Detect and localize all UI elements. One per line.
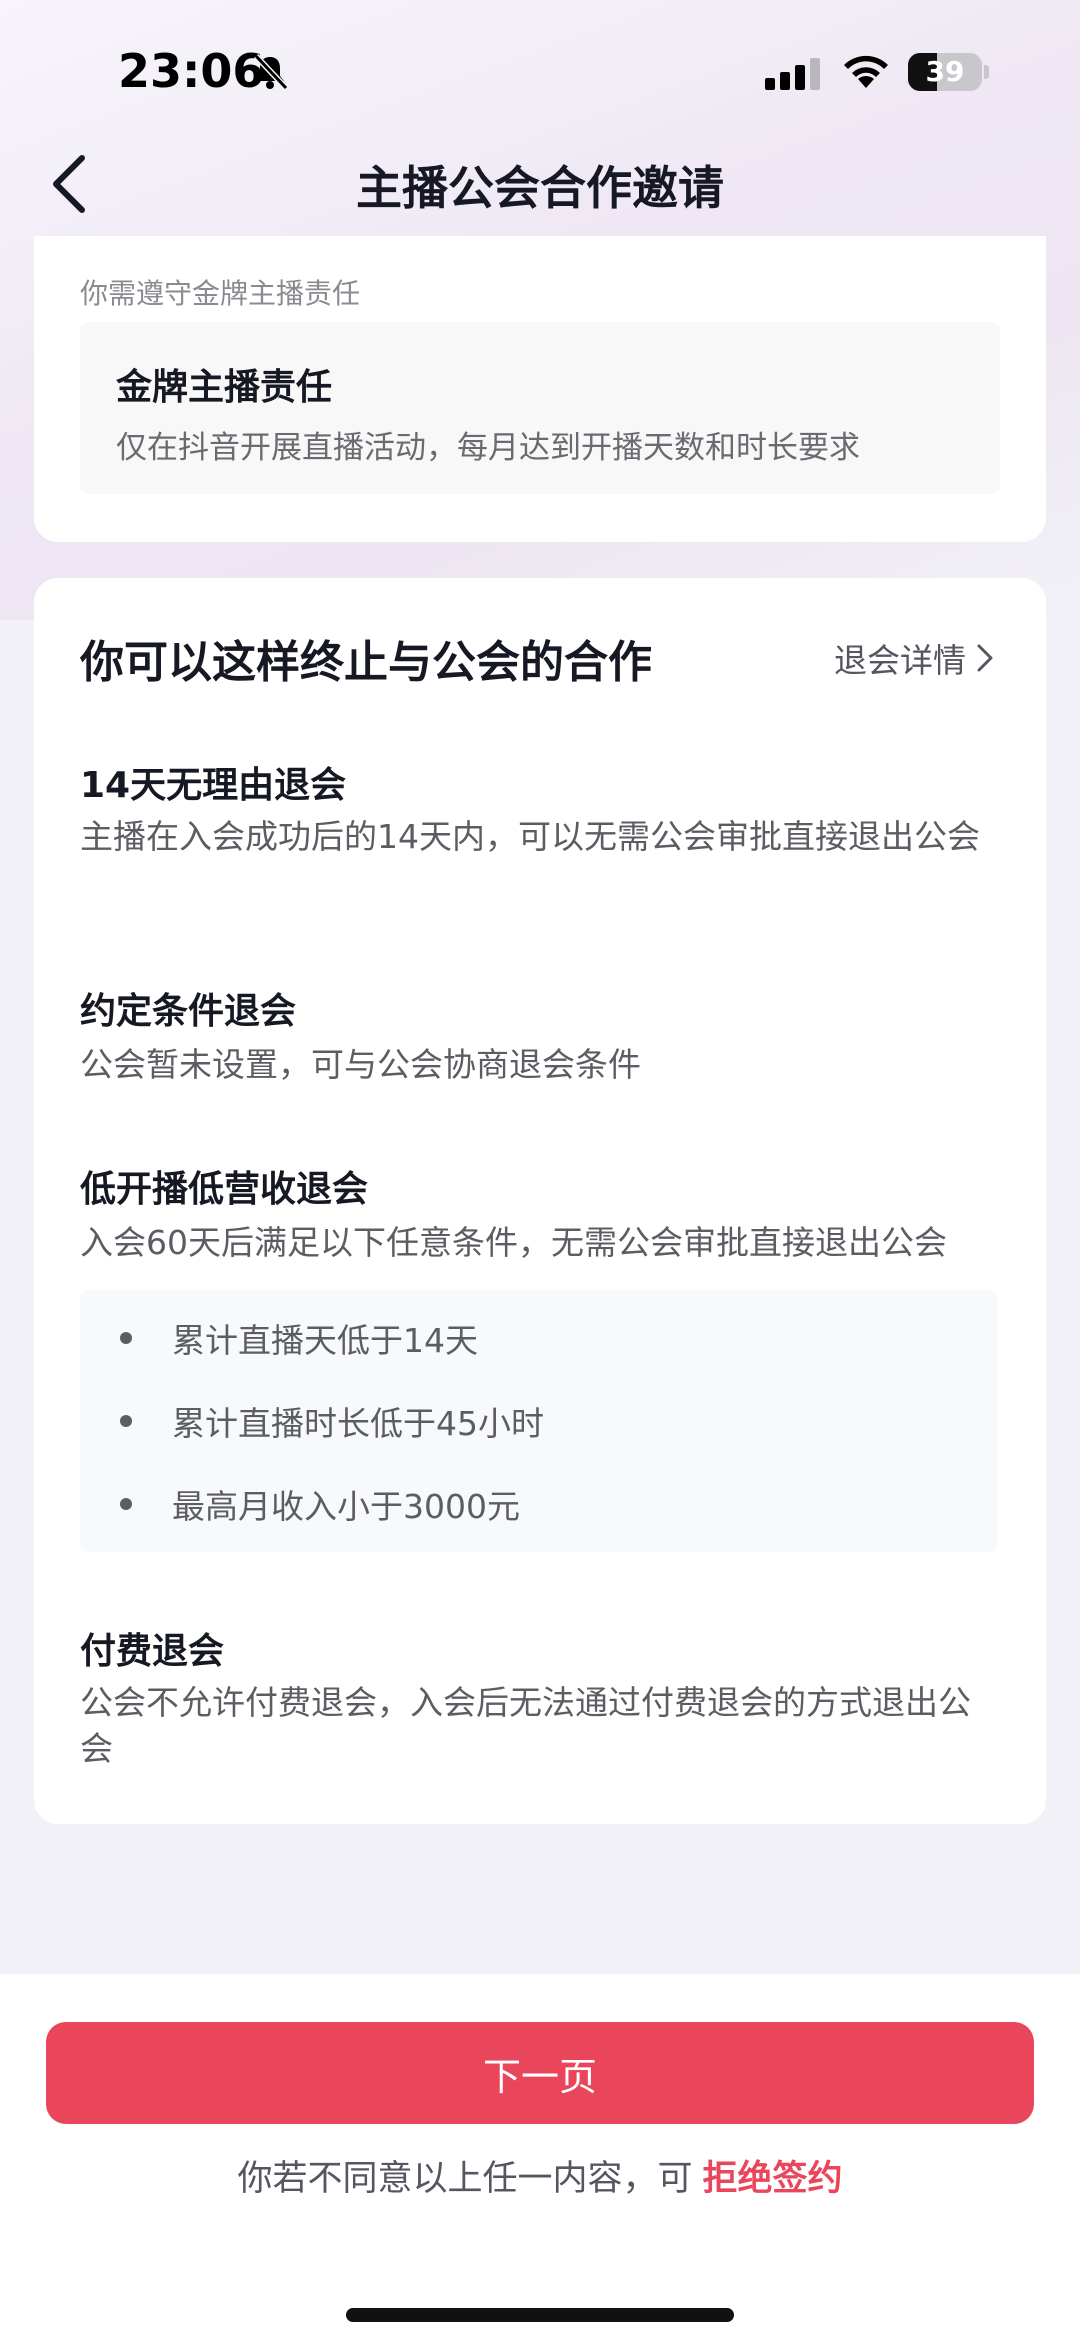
exit-details-link[interactable]: 退会详情: [834, 634, 996, 682]
bell-muted-icon: [253, 53, 289, 91]
duty-box: 金牌主播责任 仅在抖音开展直播活动，每月达到开播天数和时长要求: [80, 322, 1000, 494]
wifi-icon: [844, 55, 888, 88]
condition-hours: 累计直播时长低于45小时: [172, 1404, 544, 1443]
item-title-agreed: 约定条件退会: [80, 991, 297, 1032]
bullet-icon: [120, 1332, 132, 1344]
bullet-icon: [120, 1415, 132, 1427]
item-title-paid: 付费退会: [80, 1631, 225, 1672]
battery-cap: [984, 65, 989, 79]
item-desc-agreed: 公会暂未设置，可与公会协商退会条件: [80, 1045, 641, 1084]
nav-bar: 主播公会合作邀请: [0, 130, 1080, 240]
next-page-button[interactable]: 下一页: [46, 2022, 1034, 2124]
exit-details-label: 退会详情: [834, 641, 966, 680]
condition-days: 累计直播天低于14天: [172, 1321, 478, 1360]
status-bar: 23:06 39: [0, 0, 1080, 140]
terminate-card: 你可以这样终止与公会的合作 退会详情 14天无理由退会 主播在入会成功后的14天…: [34, 578, 1046, 1824]
bottom-bar: 下一页 你若不同意以上任一内容，可 拒绝签约: [0, 1974, 1080, 2341]
duty-hint: 你需遵守金牌主播责任: [80, 277, 361, 310]
list-item: 累计直播时长低于45小时: [120, 1397, 544, 1445]
condition-income: 最高月收入小于3000元: [172, 1487, 520, 1526]
battery-icon: 39: [908, 53, 982, 91]
duty-description: 仅在抖音开展直播活动，每月达到开播天数和时长要求: [116, 430, 860, 466]
signal-icon: [765, 58, 820, 90]
decline-sign-link[interactable]: 拒绝签约: [703, 2159, 843, 2199]
section-title: 你可以这样终止与公会的合作: [80, 637, 652, 688]
conditions-box: 累计直播天低于14天 累计直播时长低于45小时 最高月收入小于3000元: [80, 1290, 998, 1552]
home-indicator[interactable]: [346, 2308, 734, 2322]
item-desc-paid: 公会不允许付费退会，入会后无法通过付费退会的方式退出公会: [80, 1683, 971, 1768]
item-title-14day: 14天无理由退会: [80, 765, 347, 806]
item-desc-14day: 主播在入会成功后的14天内，可以无需公会审批直接退出公会: [80, 817, 980, 856]
duty-title: 金牌主播责任: [116, 367, 333, 408]
item-desc-low-activity: 入会60天后满足以下任意条件，无需公会审批直接退出公会: [80, 1223, 947, 1262]
decline-prefix: 你若不同意以上任一内容，可: [237, 2159, 693, 2199]
list-item: 累计直播天低于14天: [120, 1314, 478, 1362]
bullet-icon: [120, 1498, 132, 1510]
list-item: 最高月收入小于3000元: [120, 1480, 520, 1528]
battery-level: 39: [925, 55, 965, 88]
item-title-low-activity: 低开播低营收退会: [80, 1169, 369, 1210]
status-time: 23:06: [118, 44, 265, 98]
duty-card: 你需遵守金牌主播责任 金牌主播责任 仅在抖音开展直播活动，每月达到开播天数和时长…: [34, 236, 1046, 542]
decline-row: 你若不同意以上任一内容，可 拒绝签约: [0, 2150, 1080, 2201]
page-title: 主播公会合作邀请: [356, 161, 724, 215]
chevron-right-icon: [977, 644, 993, 672]
